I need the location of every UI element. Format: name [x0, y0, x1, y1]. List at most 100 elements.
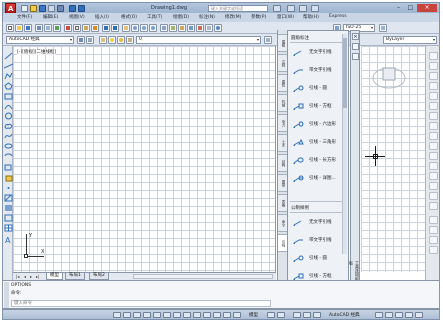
status-menu-icon[interactable]	[405, 312, 413, 318]
zoom-previous-icon[interactable]	[149, 24, 157, 32]
plot-preview-icon[interactable]	[44, 24, 52, 32]
construction-line-icon[interactable]	[3, 62, 14, 70]
menu-format[interactable]: 格式(O)	[121, 14, 137, 20]
pan-icon[interactable]	[122, 24, 130, 32]
explode-icon[interactable]	[429, 202, 438, 210]
tool-palettes-icon[interactable]	[178, 24, 186, 32]
zoom-window-icon[interactable]	[140, 24, 148, 32]
dimension-angular-icon[interactable]	[429, 246, 438, 254]
trim-icon[interactable]	[429, 142, 438, 150]
viewport-controls-label[interactable]: [-][俯视][二维线框]	[17, 49, 57, 55]
dimension-linear-icon[interactable]	[429, 216, 438, 224]
undo-icon[interactable]	[102, 24, 110, 32]
arc-icon[interactable]	[4, 102, 13, 110]
palette-item[interactable]: 引线 - 详图...	[291, 173, 347, 185]
menu-draw[interactable]: 绘图(D)	[173, 14, 189, 20]
make-block-icon[interactable]	[4, 174, 13, 182]
annotation-scale-icon[interactable]	[293, 312, 301, 318]
menu-parametric[interactable]: 参数(P)	[251, 14, 266, 20]
command-input[interactable]: 键入命令	[11, 300, 271, 307]
palette-item[interactable]: 带文字引线	[291, 65, 347, 77]
palette-item[interactable]: 引线 - 三角形	[291, 137, 347, 149]
lightbulb-icon[interactable]	[108, 36, 116, 44]
polar-tracking-icon[interactable]	[143, 312, 151, 318]
quick-view-layouts-icon[interactable]	[267, 312, 275, 318]
move-icon[interactable]	[429, 102, 438, 110]
break-icon[interactable]	[429, 162, 438, 170]
tab-model[interactable]: 模型	[46, 273, 63, 280]
communication-center-icon[interactable]	[287, 5, 295, 12]
save-icon[interactable]	[39, 5, 46, 12]
palette-item[interactable]: 引线 - 长方形	[291, 155, 347, 167]
menu-window[interactable]: 窗口(W)	[277, 14, 294, 20]
layer-properties-icon[interactable]	[99, 36, 107, 44]
menu-modify[interactable]: 修改(M)	[225, 14, 241, 20]
grid-display-icon[interactable]	[123, 312, 131, 318]
layer-combo[interactable]: 0 ▾	[136, 36, 261, 44]
publish-icon[interactable]	[53, 24, 61, 32]
linetype-combo[interactable]: ByLayer ▾	[383, 36, 437, 44]
gear-icon[interactable]	[86, 36, 94, 44]
palette-item[interactable]: 引线 - 方框	[291, 101, 347, 113]
ellipse-arc-icon[interactable]	[4, 152, 13, 160]
paste-icon[interactable]	[82, 24, 90, 32]
chamfer-icon[interactable]	[429, 182, 438, 190]
toolbar-lock-icon[interactable]	[375, 312, 383, 318]
stretch-icon[interactable]	[429, 132, 438, 140]
offset-icon[interactable]	[429, 82, 438, 90]
next-tab-arrow-icon[interactable]: ▸	[30, 274, 32, 279]
insert-block-icon[interactable]	[4, 164, 13, 172]
object-snap-tracking-icon[interactable]	[173, 312, 181, 318]
favorites-star-icon[interactable]	[299, 5, 307, 12]
isolate-objects-icon[interactable]	[395, 312, 403, 318]
gradient-icon[interactable]	[4, 204, 13, 212]
erase-icon[interactable]	[429, 52, 438, 60]
horizontal-scrollbar[interactable]	[133, 274, 273, 279]
redo-icon[interactable]	[111, 24, 119, 32]
menu-help[interactable]: 帮助(H)	[303, 14, 319, 20]
search-input[interactable]: 键入关键字或短语	[208, 5, 268, 12]
plot-icon[interactable]	[57, 5, 64, 12]
polygon-icon[interactable]	[4, 82, 13, 90]
palette-scroll-thumb[interactable]	[343, 38, 347, 108]
palette-item[interactable]: 无文字引线	[291, 47, 347, 59]
first-tab-arrow-icon[interactable]: |◂	[16, 274, 19, 279]
command-window-grip[interactable]	[4, 282, 9, 308]
workspace-combo[interactable]: AutoCAD 经典 ▾	[6, 36, 74, 44]
quick-properties-icon[interactable]	[223, 312, 231, 318]
hardware-acceleration-icon[interactable]	[385, 312, 393, 318]
rotate-icon[interactable]	[429, 112, 438, 120]
plot-icon[interactable]	[35, 24, 43, 32]
dimension-radius-icon[interactable]	[429, 236, 438, 244]
properties-menu-icon[interactable]	[352, 53, 359, 60]
menu-dimension[interactable]: 标注(N)	[199, 14, 215, 20]
close-button[interactable]: ×	[417, 4, 437, 12]
cut-icon[interactable]	[64, 24, 72, 32]
palette-item[interactable]: 无文字引线	[291, 217, 347, 229]
maximize-button[interactable]: □	[405, 4, 416, 12]
menu-insert[interactable]: 插入(I)	[95, 14, 109, 20]
auto-hide-icon[interactable]	[352, 43, 359, 50]
polyline-icon[interactable]	[4, 72, 13, 80]
model-space-label[interactable]: 模型	[249, 312, 258, 318]
lock-icon[interactable]	[126, 36, 134, 44]
menu-file[interactable]: 文件(F)	[17, 14, 32, 20]
palette-item[interactable]: 引线 - 圆	[291, 83, 347, 95]
design-center-icon[interactable]	[169, 24, 177, 32]
minimize-button[interactable]: –	[393, 4, 404, 12]
point-icon[interactable]	[4, 184, 13, 192]
palette-title-bar[interactable]: × 工具选项板 - 所有选项板	[349, 30, 360, 301]
palette-scrollbar[interactable]	[342, 34, 347, 254]
3d-object-snap-icon[interactable]	[163, 312, 171, 318]
drawing-canvas[interactable]: [-][俯视][二维线框] Y X	[13, 46, 276, 272]
region-icon[interactable]	[4, 214, 13, 222]
undo-icon[interactable]	[69, 5, 76, 12]
menu-express[interactable]: Express	[329, 14, 347, 19]
quick-view-drawings-icon[interactable]	[277, 312, 285, 318]
last-tab-arrow-icon[interactable]: ▸|	[36, 274, 39, 279]
workspace-switch-label[interactable]: AutoCAD 经典	[329, 312, 360, 318]
help-icon[interactable]	[214, 24, 222, 32]
dimension-aligned-icon[interactable]	[429, 226, 438, 234]
palette-item[interactable]: 引线 - 六边形	[291, 119, 347, 131]
palette-item[interactable]: 带文字引线	[291, 235, 347, 247]
